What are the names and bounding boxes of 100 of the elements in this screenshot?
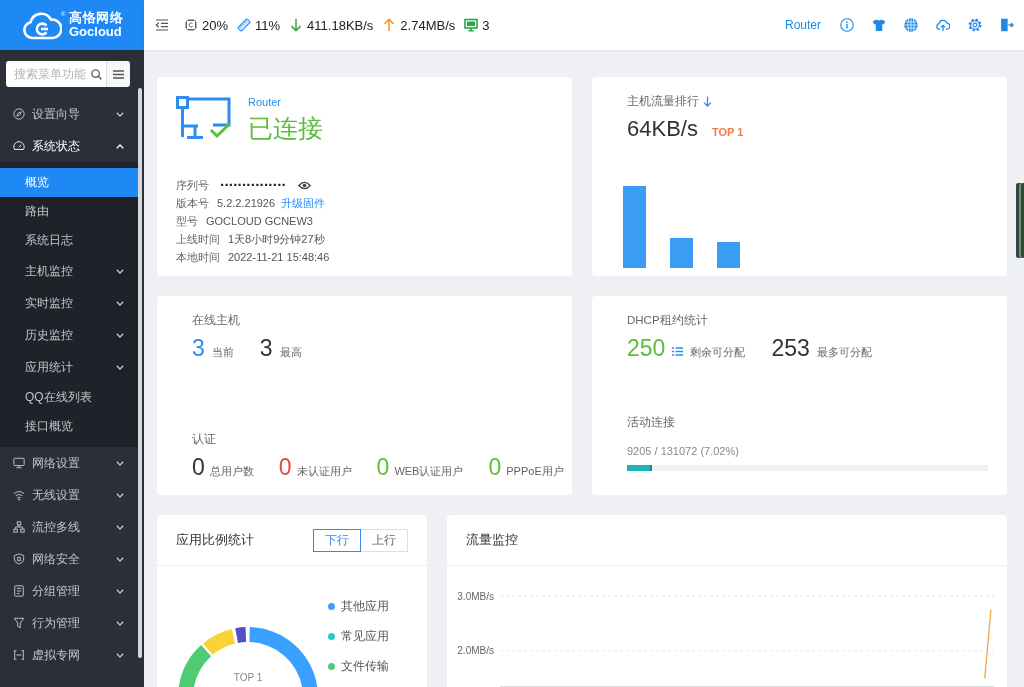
card-title: 应用比例统计 xyxy=(176,531,254,549)
axis-tick-label: 3.0MB/s xyxy=(457,590,494,602)
section-title: 认证 xyxy=(192,432,217,446)
submenu-item[interactable]: 接口概览 xyxy=(0,412,138,441)
info-value: 2022-11-21 15:48:46 xyxy=(228,250,330,265)
submenu-item[interactable]: 路由 xyxy=(0,197,138,226)
submenu-item[interactable]: 系统日志 xyxy=(0,226,138,255)
axis-tick-label: 2.0MB/s xyxy=(457,645,494,657)
info-label: 型号 xyxy=(176,214,198,229)
info-value: ··············· xyxy=(220,178,286,192)
brand-subtitle: Gocloud xyxy=(69,25,123,39)
sidebar-menu-item[interactable]: 设置向导 xyxy=(0,98,138,130)
globe-icon[interactable] xyxy=(904,18,918,32)
submenu-item[interactable]: 历史监控 xyxy=(0,319,138,351)
info-label: 版本号 xyxy=(176,196,209,211)
sidebar-menu-item[interactable]: 虚拟专网 xyxy=(0,639,138,671)
shield-icon xyxy=(13,553,25,565)
submenu-item[interactable]: 主机监控 xyxy=(0,255,138,287)
submenu-item[interactable]: QQ在线列表 xyxy=(0,383,138,412)
sidebar-menu-item[interactable]: 网络设置 xyxy=(0,447,138,479)
card-title: 在线主机 xyxy=(192,313,241,327)
legend-label[interactable]: 文件传输 xyxy=(341,660,389,673)
count-value: 3 xyxy=(259,334,273,362)
eye-icon[interactable] xyxy=(297,180,311,190)
side-panel-tab[interactable] xyxy=(1016,183,1024,258)
count-label: PPPoE用户 xyxy=(506,464,564,479)
sidebar-menu-item[interactable]: 系统状态 xyxy=(0,130,138,162)
count-value: 0 xyxy=(488,453,502,481)
info-label: 上线时间 xyxy=(176,232,220,247)
count-label: 未认证用户 xyxy=(296,464,352,479)
bar xyxy=(670,238,693,268)
top-traffic-value: 64KB/s xyxy=(627,116,698,142)
gauge-icon xyxy=(13,140,25,152)
menu-icon xyxy=(113,69,124,79)
shirt-icon[interactable] xyxy=(872,18,886,32)
top-rank-label: TOP 1 xyxy=(711,126,744,138)
cpu-chip-icon xyxy=(184,18,198,32)
upgrade-firmware-link[interactable]: 升级固件 xyxy=(281,194,326,212)
traffic-line xyxy=(984,609,992,679)
legend-label[interactable]: 常见应用 xyxy=(341,630,389,643)
arrow-down-icon[interactable] xyxy=(703,95,712,107)
bar xyxy=(717,242,740,268)
stat-value: 2.74MB/s xyxy=(400,17,456,33)
scrollbar-thumb[interactable] xyxy=(138,88,142,658)
arrow-down-icon xyxy=(289,18,304,32)
sidebar-menu-item[interactable]: 行为管理 xyxy=(0,607,138,639)
legend-label[interactable]: 其他应用 xyxy=(341,600,389,613)
document-icon xyxy=(13,585,25,597)
count-label: 总用户数 xyxy=(209,464,254,479)
stat-value: 411.18KB/s xyxy=(307,17,374,33)
search-field[interactable]: 搜索菜单功能 xyxy=(6,61,106,87)
card-title: 主机流量排行 xyxy=(627,94,699,108)
settings-icon[interactable] xyxy=(968,18,982,32)
card-title: 流量监控 xyxy=(466,531,518,549)
count-value: 0 xyxy=(192,453,205,481)
monitor-icon xyxy=(464,18,479,32)
brand-name: 高恪网络 xyxy=(69,11,124,25)
wifi-icon xyxy=(13,489,25,501)
info-label: 序列号 xyxy=(176,178,209,193)
router-link[interactable]: Router xyxy=(784,18,821,32)
count-label: WEB认证用户 xyxy=(394,464,464,479)
connection-status-text: 已连接 xyxy=(248,113,323,143)
exit-icon[interactable] xyxy=(1000,18,1014,32)
memory-stick-icon xyxy=(237,18,252,32)
sidebar-menu-item[interactable]: 无线设置 xyxy=(0,479,138,511)
info-icon[interactable] xyxy=(840,18,854,32)
router-status-icon xyxy=(176,96,232,140)
funnel-icon xyxy=(13,617,25,629)
collapse-menu-icon[interactable] xyxy=(155,19,169,31)
stat-value: 20% xyxy=(202,17,229,33)
count-value: 250 xyxy=(627,334,666,362)
list-icon[interactable] xyxy=(672,347,684,356)
submenu-item[interactable]: 应用统计 xyxy=(0,351,138,383)
sidebar-menu-item[interactable]: 分组管理 xyxy=(0,575,138,607)
cloud-upload-icon[interactable] xyxy=(936,18,950,32)
submenu-item[interactable]: 实时监控 xyxy=(0,287,138,319)
count-value: 253 xyxy=(771,334,810,362)
monitor-icon xyxy=(13,457,25,469)
count-label: 剩余可分配 xyxy=(690,345,746,360)
compass-icon xyxy=(13,108,25,120)
search-icon[interactable] xyxy=(91,68,102,80)
sitemap-icon xyxy=(13,521,25,533)
direction-tab[interactable]: 下行 xyxy=(313,528,361,552)
count-label: 最多可分配 xyxy=(816,345,872,360)
menu-button[interactable] xyxy=(106,61,130,87)
count-value: 0 xyxy=(376,453,390,481)
count-value: 3 xyxy=(192,334,205,362)
direction-tab[interactable]: 上行 xyxy=(360,528,408,552)
sidebar-menu-item[interactable]: 流控多线 xyxy=(0,511,138,543)
sidebar-menu-item[interactable]: 网络安全 xyxy=(0,543,138,575)
device-model-label: Router xyxy=(248,96,283,109)
info-value: 5.2.2.21926 xyxy=(217,196,276,211)
cloud-logo-icon xyxy=(22,10,62,40)
count-label: 当前 xyxy=(211,345,234,360)
submenu-item[interactable]: 概览 xyxy=(0,168,138,197)
info-value: 1天8小时9分钟27秒 xyxy=(228,232,325,247)
connections-reading: 9205 / 131072 (7.02%) xyxy=(627,445,740,458)
section-title: 活动连接 xyxy=(627,415,676,429)
count-value: 0 xyxy=(278,453,292,481)
frame-icon xyxy=(13,649,25,661)
